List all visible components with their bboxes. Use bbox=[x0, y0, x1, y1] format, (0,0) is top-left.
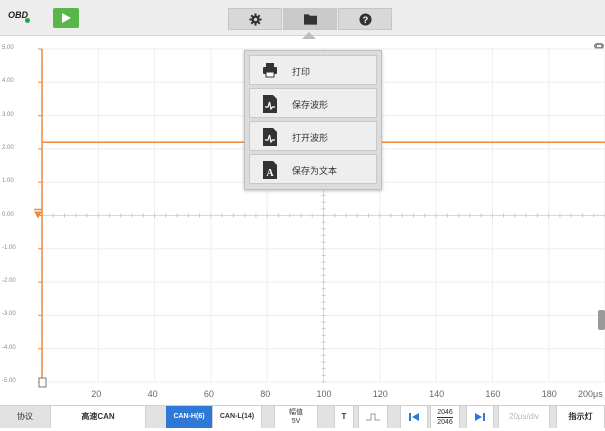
y-tick-label: 0.00 bbox=[2, 211, 14, 218]
y-tick-label: -3.00 bbox=[2, 311, 16, 318]
x-axis-unit: 200μs bbox=[578, 389, 603, 399]
rising-edge-icon bbox=[366, 413, 380, 421]
connection-status-icon bbox=[25, 18, 30, 23]
x-tick-label: 80 bbox=[260, 389, 271, 399]
skip-back-icon bbox=[409, 413, 419, 421]
timebase-button[interactable]: 20μs/div bbox=[498, 406, 550, 428]
y-tick-label: -2.00 bbox=[2, 278, 16, 285]
gear-icon bbox=[249, 13, 262, 26]
play-button[interactable] bbox=[53, 8, 79, 28]
y-tick-label: -5.00 bbox=[2, 378, 16, 384]
top-toolbar: OBD ? bbox=[0, 0, 605, 39]
save-as-text-label: 保存为文本 bbox=[292, 166, 338, 176]
x-tick-label: 160 bbox=[485, 389, 501, 399]
help-button[interactable]: ? bbox=[338, 8, 392, 30]
file-button[interactable] bbox=[283, 8, 337, 30]
bottom-toolbar: 协议 高速CAN CAN-H(6) CAN-L(14) 幅值 5V T 2046… bbox=[0, 405, 605, 428]
save-waveform-menu-item[interactable]: 保存波形 bbox=[249, 88, 377, 118]
next-frame-button[interactable] bbox=[466, 406, 494, 428]
save-waveform-label: 保存波形 bbox=[292, 100, 329, 110]
x-tick-label: 120 bbox=[372, 389, 388, 399]
settings-button[interactable] bbox=[228, 8, 282, 30]
x-tick-label: 60 bbox=[203, 389, 214, 399]
y-tick-label: 3.00 bbox=[2, 111, 14, 118]
print-label: 打印 bbox=[292, 67, 311, 77]
open-waveform-label: 打开波形 bbox=[292, 133, 329, 143]
scroll-handle[interactable] bbox=[598, 310, 605, 330]
amplitude-button[interactable]: 幅值 5V bbox=[274, 406, 318, 428]
indicator-button[interactable]: 指示灯 bbox=[556, 406, 605, 428]
protocol-selector[interactable]: 高速CAN bbox=[50, 406, 146, 428]
print-menu-item[interactable]: 打印 bbox=[249, 55, 377, 85]
help-icon: ? bbox=[359, 13, 372, 26]
channel-can-h-button[interactable]: CAN-H(6) bbox=[166, 406, 212, 428]
previous-frame-button[interactable] bbox=[400, 406, 428, 428]
y-tick-label: -4.00 bbox=[2, 344, 16, 351]
save-waveform-icon bbox=[263, 95, 277, 113]
save-as-text-menu-item[interactable]: A 保存为文本 bbox=[249, 154, 377, 184]
trigger-edge-button[interactable] bbox=[358, 406, 388, 428]
y-tick-label: 5.00 bbox=[2, 45, 14, 51]
folder-icon bbox=[304, 14, 317, 25]
x-tick-label: 100 bbox=[316, 389, 332, 399]
x-tick-label: 20 bbox=[91, 389, 102, 399]
svg-text:A: A bbox=[266, 168, 274, 179]
play-icon bbox=[62, 13, 71, 23]
file-menu: 打印 保存波形 打开波形 A 保存为文本 bbox=[244, 50, 382, 190]
y-tick-label: 4.00 bbox=[2, 78, 14, 85]
printer-icon bbox=[263, 63, 277, 78]
protocol-label: 协议 bbox=[0, 406, 50, 428]
skip-forward-icon bbox=[475, 413, 485, 421]
y-tick-label: 1.00 bbox=[2, 178, 14, 185]
open-waveform-menu-item[interactable]: 打开波形 bbox=[249, 121, 377, 151]
y-tick-label: -1.00 bbox=[2, 244, 16, 251]
save-text-icon: A bbox=[263, 161, 277, 179]
y-tick-label: 2.00 bbox=[2, 144, 14, 151]
time-cursor-marker bbox=[38, 377, 47, 388]
frame-current: 2046 bbox=[437, 409, 453, 418]
frame-total: 2046 bbox=[437, 419, 453, 426]
amplitude-label: 幅值 bbox=[289, 409, 303, 416]
channel-can-l-button[interactable]: CAN-L(14) bbox=[212, 406, 262, 428]
amplitude-value: 5V bbox=[291, 418, 301, 425]
open-waveform-icon bbox=[263, 128, 277, 146]
svg-text:?: ? bbox=[363, 15, 369, 25]
trigger-t-button[interactable]: T bbox=[334, 406, 354, 428]
x-tick-label: 180 bbox=[541, 389, 557, 399]
x-tick-label: 40 bbox=[147, 389, 158, 399]
x-tick-label: 140 bbox=[429, 389, 445, 399]
frame-counter: 2046 2046 bbox=[430, 406, 460, 428]
